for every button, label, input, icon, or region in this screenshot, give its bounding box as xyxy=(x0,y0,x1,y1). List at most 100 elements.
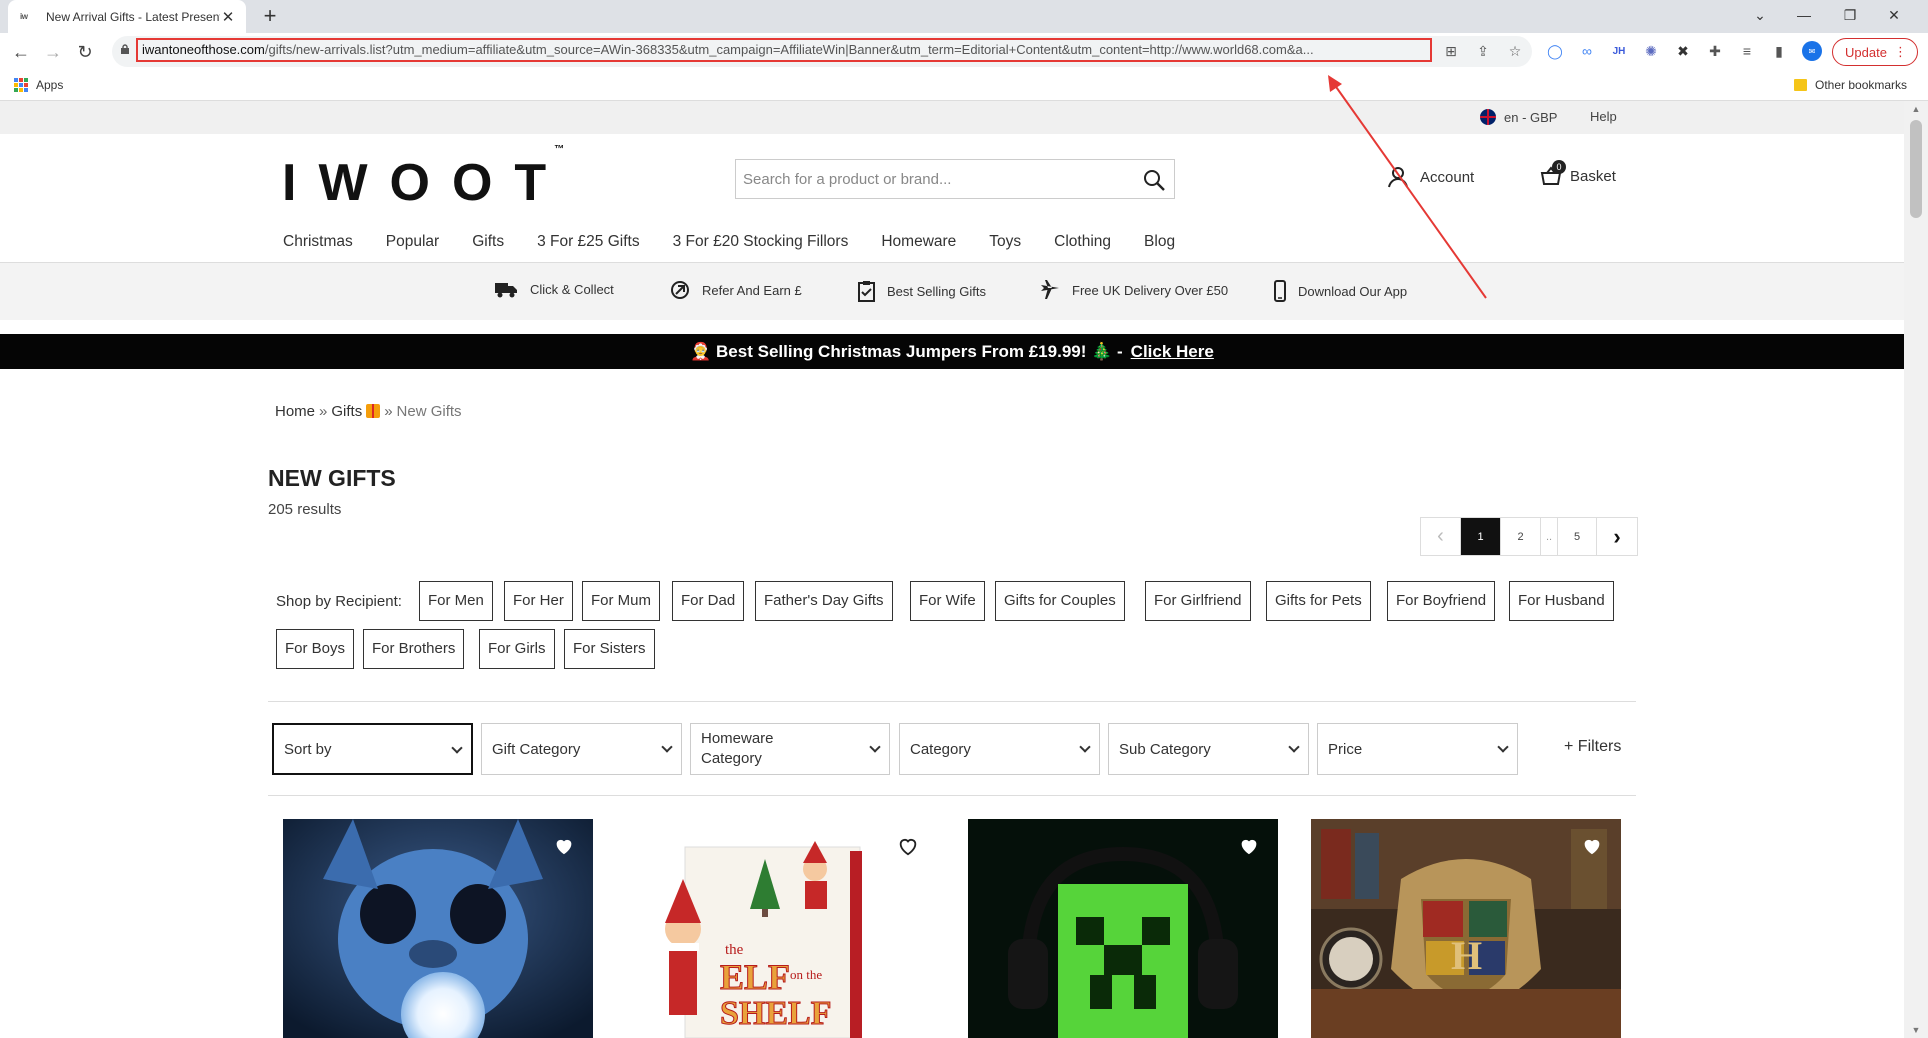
other-bookmarks[interactable]: Other bookmarks xyxy=(1794,78,1907,92)
chip-for-sisters[interactable]: For Sisters xyxy=(564,629,655,669)
profile-avatar-icon[interactable]: ✉ xyxy=(1802,41,1822,61)
nav-clothing[interactable]: Clothing xyxy=(1054,233,1111,251)
chip-for-boys[interactable]: For Boys xyxy=(276,629,355,669)
page-1[interactable]: 1 xyxy=(1461,518,1501,555)
chip-for-girls[interactable]: For Girls xyxy=(479,629,555,669)
back-icon[interactable]: ← xyxy=(8,39,34,65)
chip-for-men[interactable]: For Men xyxy=(419,581,493,621)
scroll-down-icon[interactable]: ▼ xyxy=(1904,1022,1928,1038)
search-input[interactable] xyxy=(736,160,1126,198)
chip-couples[interactable]: Gifts for Couples xyxy=(995,581,1125,621)
locale-selector[interactable]: en - GBP xyxy=(1480,109,1557,125)
site-logo[interactable]: IWOOT™ xyxy=(282,144,578,213)
minimize-icon[interactable]: — xyxy=(1782,0,1826,30)
nav-popular[interactable]: Popular xyxy=(386,233,439,251)
chip-for-husband[interactable]: For Husband xyxy=(1509,581,1614,621)
wishlist-heart-icon[interactable] xyxy=(897,835,919,857)
benefit-refer-earn[interactable]: Refer And Earn £ xyxy=(670,280,802,300)
product-image-hogwarts-crest[interactable]: H xyxy=(1311,819,1621,1038)
breadcrumb: Home» Gifts» New Gifts xyxy=(275,403,462,420)
apps-bookmark[interactable]: Apps xyxy=(14,78,63,92)
sub-category-dropdown[interactable]: Sub Category xyxy=(1108,723,1309,775)
extension-link-icon[interactable]: ∞ xyxy=(1578,42,1596,60)
chip-for-girlfriend[interactable]: For Girlfriend xyxy=(1145,581,1251,621)
reload-icon[interactable]: ↻ xyxy=(72,39,98,65)
update-button[interactable]: Update ⋮ xyxy=(1832,38,1918,66)
gift-category-dropdown[interactable]: Gift Category xyxy=(481,723,682,775)
side-panel-icon[interactable]: ▮ xyxy=(1770,42,1788,60)
search-icon[interactable] xyxy=(1142,168,1166,192)
share-icon[interactable]: ⇪ xyxy=(1474,42,1492,60)
nav-gifts[interactable]: Gifts xyxy=(472,233,504,251)
chip-for-pets[interactable]: Gifts for Pets xyxy=(1266,581,1371,621)
promo-link[interactable]: Click Here xyxy=(1131,342,1214,362)
gift-icon xyxy=(366,404,381,418)
extensions-puzzle-icon[interactable]: ✚ xyxy=(1706,42,1724,60)
scroll-up-icon[interactable]: ▲ xyxy=(1904,101,1928,117)
divider xyxy=(268,795,1636,796)
wishlist-heart-icon[interactable] xyxy=(1581,835,1603,857)
breadcrumb-gifts[interactable]: Gifts xyxy=(331,403,362,420)
product-image-creeper-lamp[interactable] xyxy=(968,819,1278,1038)
promo-banner[interactable]: 🤶 Best Selling Christmas Jumpers From £1… xyxy=(0,334,1904,369)
benefit-download-app[interactable]: Download Our App xyxy=(1274,280,1407,302)
bookmark-star-icon[interactable]: ☆ xyxy=(1506,42,1524,60)
translate-icon[interactable]: ⊞ xyxy=(1442,42,1460,60)
page-scrollbar[interactable]: ▲ ▼ xyxy=(1904,101,1928,1038)
url-host: iwantoneofthose.com xyxy=(142,42,265,57)
forward-icon[interactable]: → xyxy=(40,39,66,65)
page-5[interactable]: 5 xyxy=(1557,518,1597,555)
scrollbar-thumb[interactable] xyxy=(1910,120,1922,218)
nav-homeware[interactable]: Homeware xyxy=(881,233,956,251)
chip-for-her[interactable]: For Her xyxy=(504,581,573,621)
sort-by-dropdown[interactable]: Sort by xyxy=(272,723,473,775)
help-link[interactable]: Help xyxy=(1590,109,1617,124)
chip-for-mum[interactable]: For Mum xyxy=(582,581,660,621)
next-page-icon[interactable]: › xyxy=(1597,518,1637,555)
nav-christmas[interactable]: Christmas xyxy=(283,233,353,251)
extension-jh-icon[interactable]: JH xyxy=(1610,42,1628,60)
more-filters-button[interactable]: + Filters xyxy=(1564,738,1621,756)
lock-icon[interactable] xyxy=(120,44,130,54)
reading-list-icon[interactable]: ≡ xyxy=(1738,42,1756,60)
chip-for-wife[interactable]: For Wife xyxy=(910,581,985,621)
restore-icon[interactable]: ❐ xyxy=(1828,0,1872,30)
nav-3-for-20[interactable]: 3 For £20 Stocking Fillors xyxy=(673,233,849,251)
account-link[interactable]: Account xyxy=(1388,166,1474,188)
wishlist-heart-icon[interactable] xyxy=(1238,835,1260,857)
browser-tab[interactable]: iw New Arrival Gifts - Latest Presents ✕ xyxy=(8,0,246,33)
benefit-click-collect[interactable]: Click & Collect xyxy=(494,280,614,298)
prev-page-icon[interactable]: ‹ xyxy=(1421,518,1461,555)
category-dropdown[interactable]: Category xyxy=(899,723,1100,775)
extension-gear-icon[interactable]: ✺ xyxy=(1642,42,1660,60)
benefit-free-delivery[interactable]: Free UK Delivery Over £50 xyxy=(1040,280,1228,300)
wishlist-heart-icon[interactable] xyxy=(553,835,575,857)
chip-for-brothers[interactable]: For Brothers xyxy=(363,629,465,669)
close-window-icon[interactable]: ✕ xyxy=(1872,0,1916,30)
price-dropdown[interactable]: Price xyxy=(1317,723,1518,775)
clipboard-check-icon xyxy=(858,281,875,302)
basket-link[interactable]: 0 Basket xyxy=(1540,160,1616,186)
chip-for-boyfriend[interactable]: For Boyfriend xyxy=(1387,581,1496,621)
page-2[interactable]: 2 xyxy=(1501,518,1541,555)
svg-text:on the: on the xyxy=(790,967,822,982)
breadcrumb-home[interactable]: Home xyxy=(275,403,315,420)
url-path: /gifts/new-arrivals.list?utm_medium=affi… xyxy=(264,42,1314,57)
address-bar[interactable]: iwantoneofthose.com/gifts/new-arrivals.l… xyxy=(136,38,1432,62)
tab-search-icon[interactable]: ⌄ xyxy=(1738,0,1782,30)
homeware-category-dropdown[interactable]: Homeware Category xyxy=(690,723,890,775)
nav-3-for-25[interactable]: 3 For £25 Gifts xyxy=(537,233,640,251)
nav-toys[interactable]: Toys xyxy=(989,233,1021,251)
extension-circle-icon[interactable]: ◯ xyxy=(1546,42,1564,60)
product-image-stitch-lamp[interactable] xyxy=(283,819,593,1038)
close-tab-icon[interactable]: ✕ xyxy=(220,8,236,26)
benefit-label: Free UK Delivery Over £50 xyxy=(1072,282,1229,298)
new-tab-button[interactable]: + xyxy=(258,4,282,28)
chip-for-dad[interactable]: For Dad xyxy=(672,581,745,621)
extension-x-icon[interactable]: ✖ xyxy=(1674,42,1692,60)
benefit-best-selling[interactable]: Best Selling Gifts xyxy=(858,280,986,302)
product-image-elf-on-shelf[interactable]: the ELF on the SHELF xyxy=(625,819,935,1038)
basket-count-badge: 0 xyxy=(1552,160,1566,174)
nav-blog[interactable]: Blog xyxy=(1144,233,1175,251)
chip-fathers-day[interactable]: Father's Day Gifts xyxy=(755,581,893,621)
